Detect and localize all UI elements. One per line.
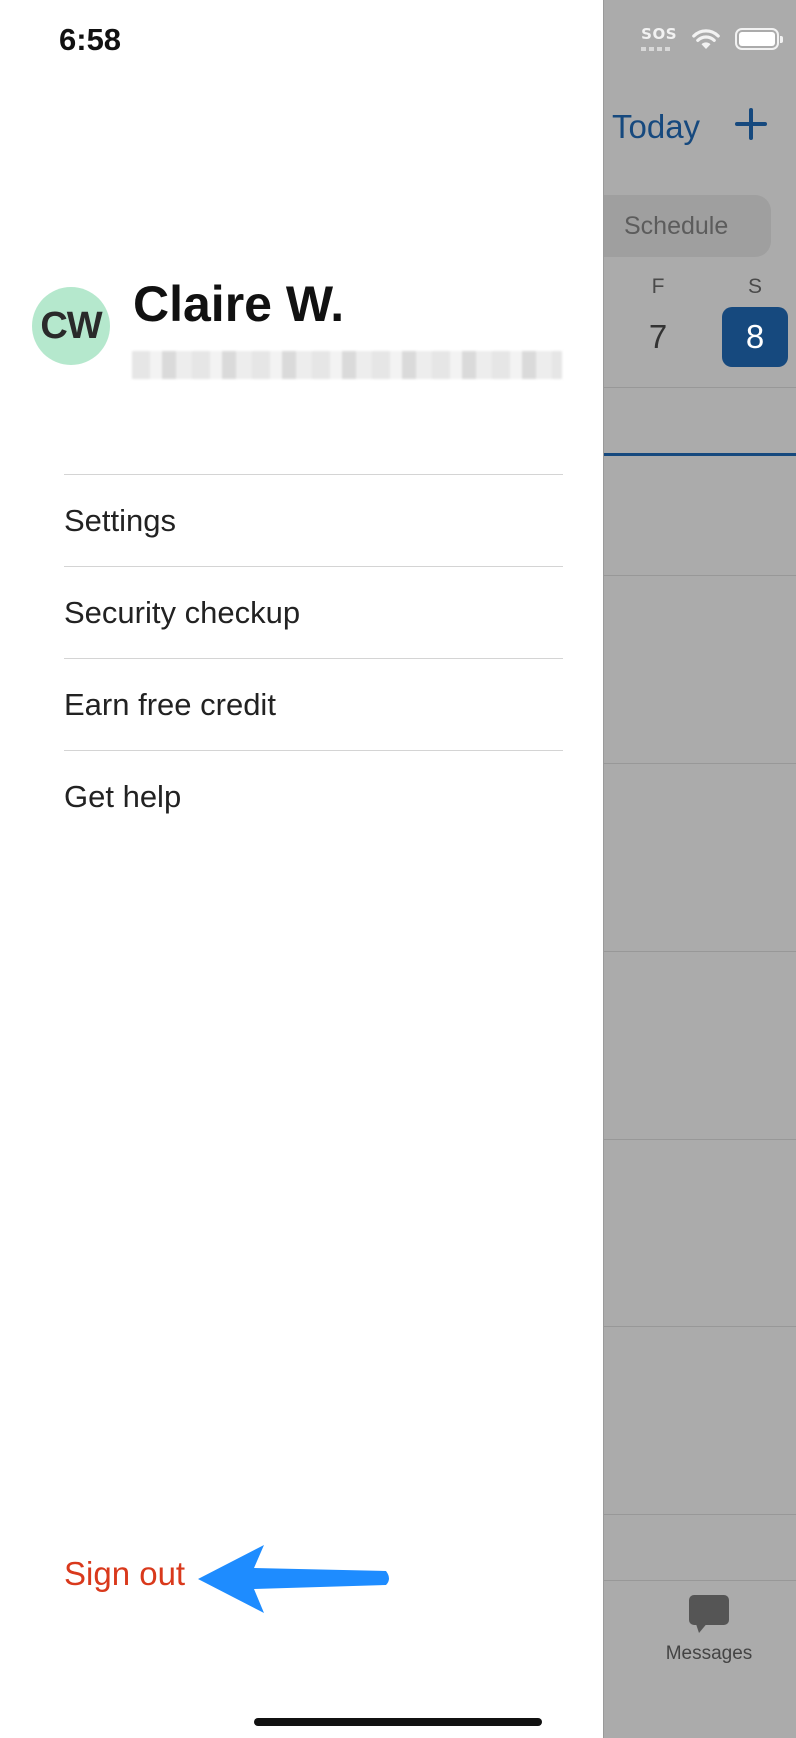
status-icons: SOS xyxy=(641,26,783,51)
hour-divider xyxy=(604,1139,796,1140)
hour-divider xyxy=(604,575,796,576)
day-number-selected: 8 xyxy=(722,307,788,367)
schedule-tab[interactable]: Schedule xyxy=(604,195,771,257)
selected-day-indicator xyxy=(604,453,796,456)
wifi-icon xyxy=(691,28,721,50)
sos-indicator: SOS xyxy=(641,26,677,51)
home-indicator[interactable] xyxy=(254,1718,542,1726)
day-column-saturday[interactable]: S 8 xyxy=(722,275,788,367)
divider xyxy=(604,387,796,388)
signal-bars-icon xyxy=(641,47,672,51)
menu-item-settings[interactable]: Settings xyxy=(64,474,563,566)
hour-divider xyxy=(604,1326,796,1327)
status-time: 6:58 xyxy=(59,22,122,57)
sos-label: SOS xyxy=(641,25,677,43)
chat-bubble-icon xyxy=(689,1595,729,1633)
add-event-plus-icon[interactable] xyxy=(735,108,767,140)
user-name: Claire W. xyxy=(133,276,345,332)
menu-item-earn-free-credit[interactable]: Earn free credit xyxy=(64,658,563,750)
menu-item-security-checkup[interactable]: Security checkup xyxy=(64,566,563,658)
day-number: 7 xyxy=(648,318,668,355)
annotation-arrow-icon xyxy=(198,1545,389,1613)
background-app-overlay[interactable]: SOS Today Schedule F 7 S 8 Messages xyxy=(603,0,796,1738)
battery-icon xyxy=(735,27,783,50)
menu-item-get-help[interactable]: Get help xyxy=(64,750,563,842)
messages-tab[interactable]: Messages xyxy=(654,1595,764,1665)
day-column-friday[interactable]: F 7 xyxy=(625,275,691,367)
hour-divider xyxy=(604,1514,796,1515)
today-button[interactable]: Today xyxy=(612,108,700,146)
day-letter: S xyxy=(747,275,762,298)
avatar[interactable]: CW xyxy=(32,287,110,365)
tab-bar-divider xyxy=(604,1580,796,1581)
sign-out-button[interactable]: Sign out xyxy=(64,1555,185,1593)
side-drawer: 6:58 CW Claire W. Settings Security chec… xyxy=(0,0,603,1738)
hour-divider xyxy=(604,951,796,952)
hour-divider xyxy=(604,763,796,764)
day-letter: F xyxy=(651,275,665,298)
drawer-menu: Settings Security checkup Earn free cred… xyxy=(64,474,563,842)
messages-label: Messages xyxy=(665,1643,753,1664)
redacted-email xyxy=(132,351,562,379)
